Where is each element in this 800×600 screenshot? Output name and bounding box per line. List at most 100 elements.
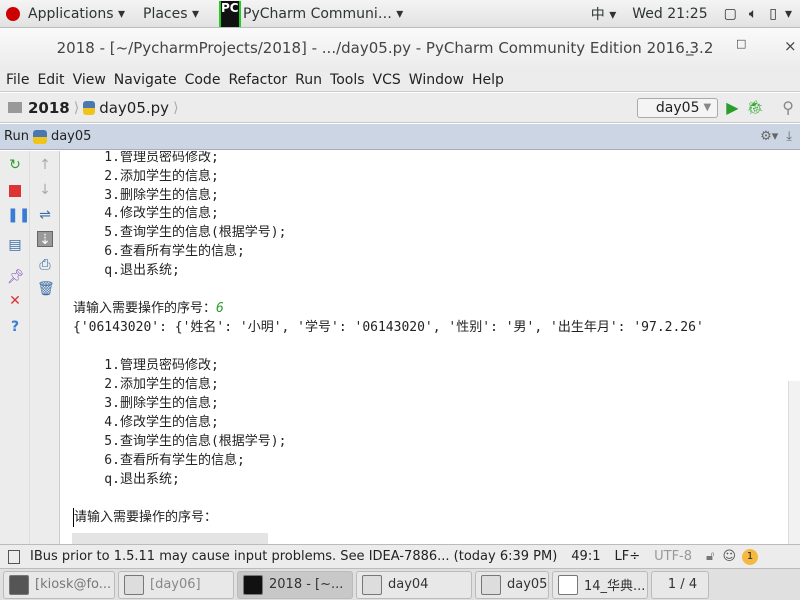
places-menu[interactable]: Places ▾ [143,6,199,22]
vertical-scrollbar[interactable] [788,381,800,544]
console-line: 5.查询学生的信息(根据学号); [73,434,287,449]
run-config-dropdown[interactable]: day05 ▼ [636,97,719,118]
screen-icon[interactable]: ▢ [724,6,737,22]
console-line: 2.添加学生的信息; [73,169,219,184]
breadcrumb-file[interactable]: day05.py [99,99,169,117]
run-config-tab[interactable]: day05 [51,129,91,144]
run-config-label: day05 [655,99,700,116]
cursor-position[interactable]: 49:1 [571,549,600,564]
console-line: 4.修改学生的信息; [73,415,219,430]
pin-icon[interactable]: 📌︎ [7,269,25,285]
redhat-logo-icon [6,6,20,21]
minimize-button[interactable]: _ [686,38,694,56]
task-label: [kiosk@fo... [35,577,112,592]
run-toolbar: ↻ ❚❚ ▤ 📌︎ ✕ ? [0,151,30,544]
console-prompt[interactable]: 请输入需要操作的序号： [73,508,217,527]
close-button[interactable]: × [784,37,797,55]
task-label: [day06] [150,577,201,592]
console-line: 6.查看所有学生的信息; [73,244,245,259]
print-icon[interactable]: ⎙ [37,257,53,273]
prompt-text: 请输入需要操作的序号： [73,301,217,316]
task-label: 2018 - [~... [269,577,344,592]
menu-refactor[interactable]: Refactor [228,72,287,88]
file-encoding[interactable]: UTF-8 [654,549,692,564]
settings-gear-icon[interactable]: ⚙▾ [760,129,778,144]
user-input: 6 [216,301,224,316]
menu-tools[interactable]: Tools [330,72,365,88]
workspace-switcher[interactable]: 1 / 4 [651,570,709,599]
task-day04[interactable]: day04 [356,570,472,599]
maximize-button[interactable]: □ [736,37,746,50]
scroll-to-end-icon[interactable]: ⇣ [37,231,53,248]
console-line: 5.查询学生的信息(根据学号); [73,225,287,240]
volume-icon[interactable]: 🔈︎ [749,6,757,22]
task-day06[interactable]: [day06] [118,570,234,599]
file-cabinet-icon [124,574,144,595]
run-play-icon[interactable]: ▶ [726,98,738,117]
task-day05[interactable]: day05 [475,570,549,599]
task-terminal[interactable]: [kiosk@fo... [3,570,115,599]
console-line: 3.删除学生的信息; [73,188,219,203]
lock-icon[interactable]: 🔓︎ [706,549,714,564]
input-method-indicator[interactable]: 中 ▾ [591,4,616,24]
places-label: Places [143,5,188,22]
file-cabinet-icon [481,574,501,595]
status-bar: IBus prior to 1.5.11 may cause input pro… [0,544,800,568]
clock[interactable]: Wed 21:25 [632,6,707,22]
debug-bug-icon[interactable]: 🐞︎ [747,100,765,116]
notifications-badge[interactable]: 1 [742,548,759,565]
help-icon[interactable]: ? [7,319,23,335]
applications-menu[interactable]: Applications ▾ [28,6,125,22]
down-arrow-icon[interactable]: ↓ [37,182,53,198]
pycharm-app-icon: PC [219,0,242,27]
battery-icon[interactable]: ▯ [769,6,777,22]
breadcrumb-project[interactable]: 2018 [28,99,70,117]
trash-icon[interactable]: 🗑︎ [37,281,55,297]
menu-bar: File Edit View Navigate Code Refactor Ru… [0,68,800,92]
task-pycharm[interactable]: 2018 - [~... [237,570,353,599]
hide-panel-icon[interactable]: ⤓ [786,129,792,144]
menu-file[interactable]: File [6,72,29,88]
menu-view[interactable]: View [73,72,106,88]
folder-icon [8,102,22,113]
system-menu-arrow-icon[interactable]: ▾ [785,6,792,22]
window-titlebar: 2018 - [~/PycharmProjects/2018] - .../da… [0,28,800,68]
status-message[interactable]: IBus prior to 1.5.11 may cause input pro… [30,549,557,564]
menu-code[interactable]: Code [185,72,221,88]
task-label: day05 [507,577,548,592]
console-line: 1.管理员密码修改; [73,358,219,373]
task-label: day04 [388,577,429,592]
text-editor-icon [558,574,578,595]
inspector-icon[interactable]: ☺ [722,549,736,564]
rerun-icon[interactable]: ↻ [7,157,23,173]
console-output[interactable]: 1.管理员密码修改; 2.添加学生的信息; 3.删除学生的信息; 4.修改学生的… [60,151,800,544]
console-line: 2.添加学生的信息; [73,377,219,392]
menu-window[interactable]: Window [409,72,464,88]
horizontal-scrollbar[interactable] [72,533,268,544]
task-editor[interactable]: 14_华典... [552,570,648,599]
navigation-bar: 2018 ⟩ day05.py ⟩ day05 ▼ ▶ 🐞︎ ⚲ [0,93,800,123]
console-prompt: 请输入需要操作的序号：6 [73,299,224,318]
search-icon[interactable]: ⚲ [782,98,794,117]
menu-help[interactable]: Help [472,72,504,88]
console-line: 4.修改学生的信息; [73,206,219,221]
menu-navigate[interactable]: Navigate [114,72,177,88]
task-label: 14_华典... [584,579,646,594]
layout-icon[interactable]: ▤ [7,237,23,253]
console-line: 6.查看所有学生的信息; [73,453,245,468]
menu-vcs[interactable]: VCS [373,72,401,88]
console-dict-output: {'06143020': {'姓名': '小明', '学号': '0614302… [73,320,704,335]
file-cabinet-icon [362,574,382,595]
python-file-icon [83,100,96,115]
up-arrow-icon[interactable]: ↑ [37,157,53,173]
python-icon [32,129,47,144]
menu-edit[interactable]: Edit [37,72,64,88]
soft-wrap-icon[interactable]: ⇌ [37,207,53,223]
menu-run[interactable]: Run [295,72,322,88]
active-app-menu[interactable]: PyCharm Communi… ▾ [243,6,403,22]
pause-icon[interactable]: ❚❚ [7,207,30,223]
toggle-tool-windows-icon[interactable] [8,549,20,564]
close-run-icon[interactable]: ✕ [7,293,23,309]
line-separator[interactable]: LF÷ [614,549,640,564]
stop-icon[interactable] [7,183,23,199]
